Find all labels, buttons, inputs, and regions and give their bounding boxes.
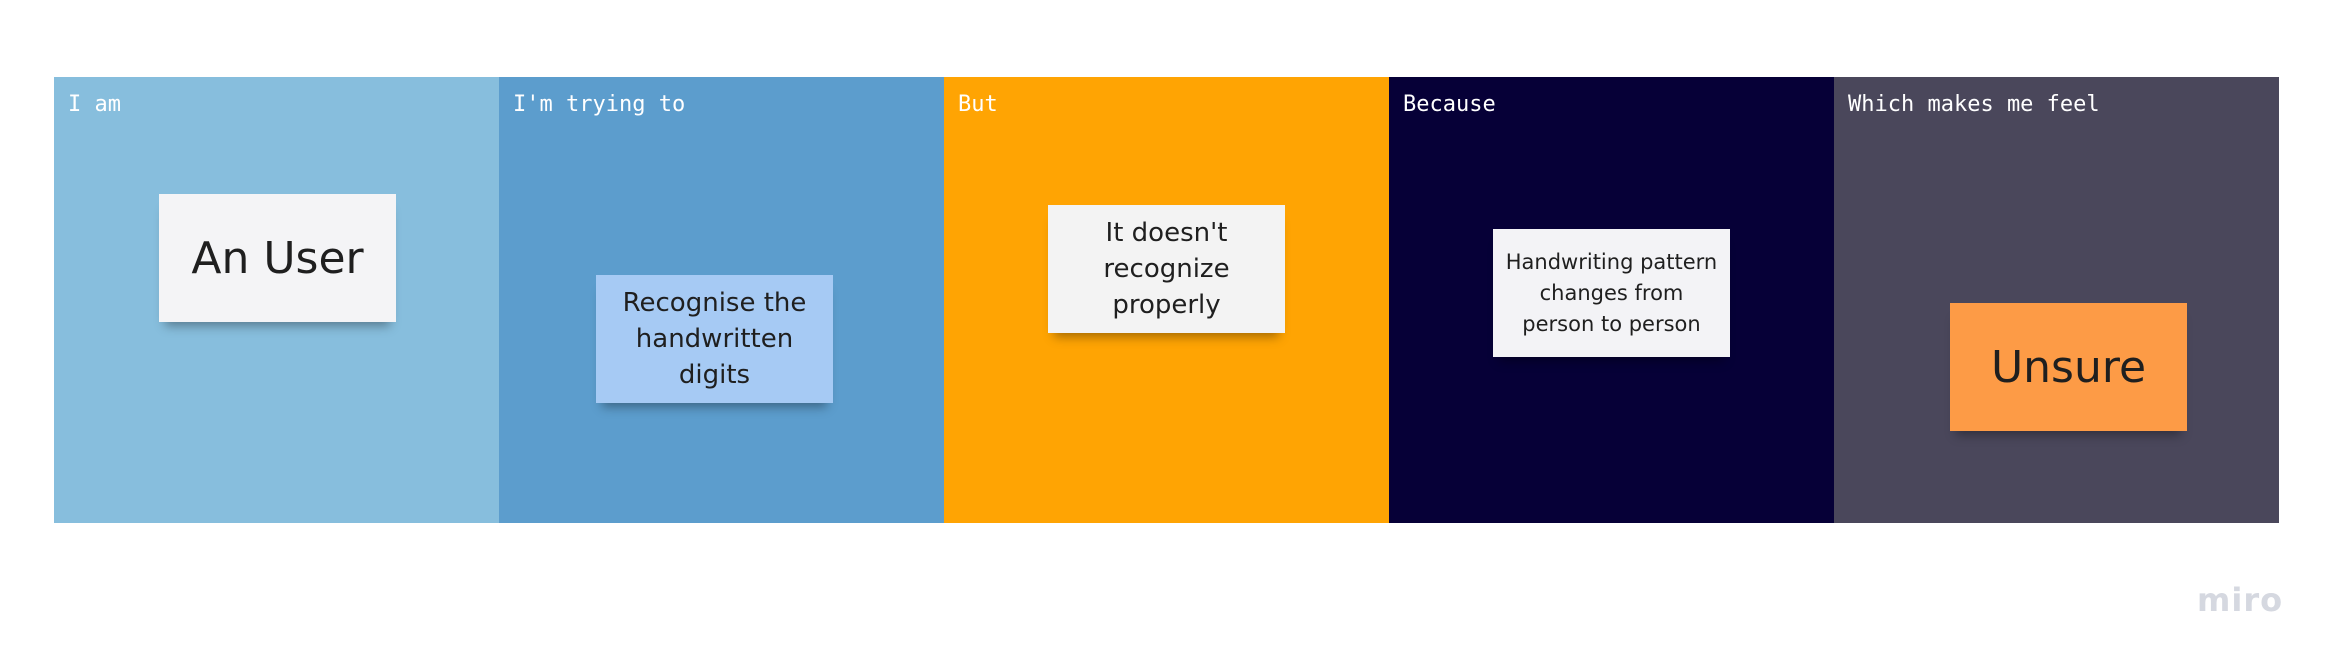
- panel-i-am: I am An User: [54, 77, 499, 523]
- sticky-note-text: Unsure: [1990, 341, 2147, 393]
- panel-but: But It doesn't recognize properly: [944, 77, 1389, 523]
- sticky-note-feeling[interactable]: Unsure: [1950, 303, 2187, 431]
- panel-label: I am: [68, 92, 121, 117]
- sticky-note-goal[interactable]: Recognise the handwritten digits: [596, 275, 833, 403]
- sticky-note-reason[interactable]: Handwriting pattern changes from person …: [1493, 229, 1730, 357]
- panel-label: I'm trying to: [513, 92, 686, 117]
- sticky-note-text: Handwriting pattern changes from person …: [1505, 249, 1718, 336]
- panel-because: Because Handwriting pattern changes from…: [1389, 77, 1834, 523]
- panel-trying-to: I'm trying to Recognise the handwritten …: [499, 77, 944, 523]
- miro-logo: miro: [2197, 581, 2284, 619]
- panel-feel: Which makes me feel Unsure: [1834, 77, 2279, 523]
- panel-label: Which makes me feel: [1848, 92, 2100, 117]
- sticky-note-text: An User: [191, 232, 364, 284]
- sticky-note-text: It doesn't recognize properly: [1103, 218, 1230, 320]
- panel-label: Because: [1403, 92, 1496, 117]
- empathy-board: I am An User I'm trying to Recognise the…: [54, 77, 2279, 523]
- sticky-note-user[interactable]: An User: [159, 194, 396, 322]
- panel-label: But: [958, 92, 998, 117]
- sticky-note-problem[interactable]: It doesn't recognize properly: [1048, 205, 1285, 333]
- sticky-note-text: Recognise the handwritten digits: [622, 288, 807, 390]
